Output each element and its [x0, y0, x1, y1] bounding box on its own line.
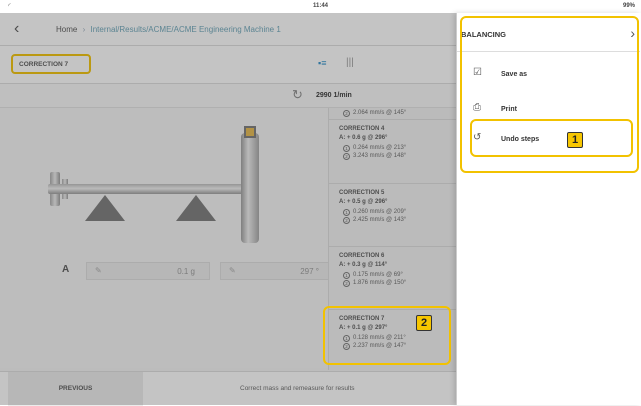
battery-level: 99%: [622, 3, 635, 9]
callout-highlight-correction-7: [323, 306, 451, 365]
callout-highlight-menu: [460, 16, 639, 173]
callout-badge-2: 2: [416, 315, 432, 331]
balancing-app: ◜ 11:44 99% ‹ Home › Internal/Results/AC…: [0, 0, 641, 406]
callout-badge-1: 1: [567, 132, 583, 148]
status-time: 11:44: [312, 3, 328, 9]
status-bar: ◜ 11:44 99%: [0, 0, 641, 13]
